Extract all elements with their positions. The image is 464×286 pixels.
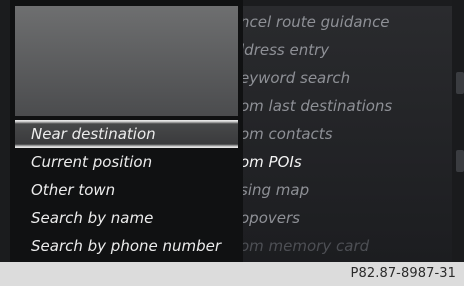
menu-item-stopovers[interactable]: opovers <box>240 204 300 232</box>
navigation-screen: ncel route guidance ldress entry eyword … <box>0 0 464 262</box>
option-search-by-name[interactable]: Search by name <box>15 204 238 232</box>
option-label: Current position <box>31 153 153 171</box>
menu-item-from-last-destinations[interactable]: om last destinations <box>240 92 392 120</box>
menu-item-address-entry[interactable]: ldress entry <box>240 36 329 64</box>
menu-item-from-contacts[interactable]: om contacts <box>240 120 333 148</box>
option-label: Near destination <box>31 125 156 143</box>
option-search-by-phone-number[interactable]: Search by phone number <box>15 232 238 260</box>
poi-search-popup: Near destination Current position Other … <box>10 0 243 262</box>
side-marker <box>456 150 464 172</box>
right-side-strip <box>452 0 464 262</box>
menu-item-keyword-search[interactable]: eyword search <box>240 64 350 92</box>
option-label: Search by name <box>31 209 154 227</box>
menu-item-from-pois[interactable]: om POIs <box>240 148 302 176</box>
preview-area <box>15 6 238 116</box>
option-label: Other town <box>31 181 116 199</box>
figure-code: P82.87-8987-31 <box>350 266 456 281</box>
figure-caption-bar: P82.87-8987-31 <box>0 262 464 286</box>
option-near-destination[interactable]: Near destination <box>15 120 238 148</box>
menu-item-from-memory-card: om memory card <box>240 237 370 255</box>
option-other-town[interactable]: Other town <box>15 176 238 204</box>
option-current-position[interactable]: Current position <box>15 148 238 176</box>
menu-item-cancel-route-guidance[interactable]: ncel route guidance <box>240 8 390 36</box>
option-label: Search by phone number <box>31 237 222 255</box>
side-marker <box>456 72 464 94</box>
menu-item-using-map[interactable]: sing map <box>240 176 309 204</box>
destination-menu: ncel route guidance ldress entry eyword … <box>240 6 452 262</box>
